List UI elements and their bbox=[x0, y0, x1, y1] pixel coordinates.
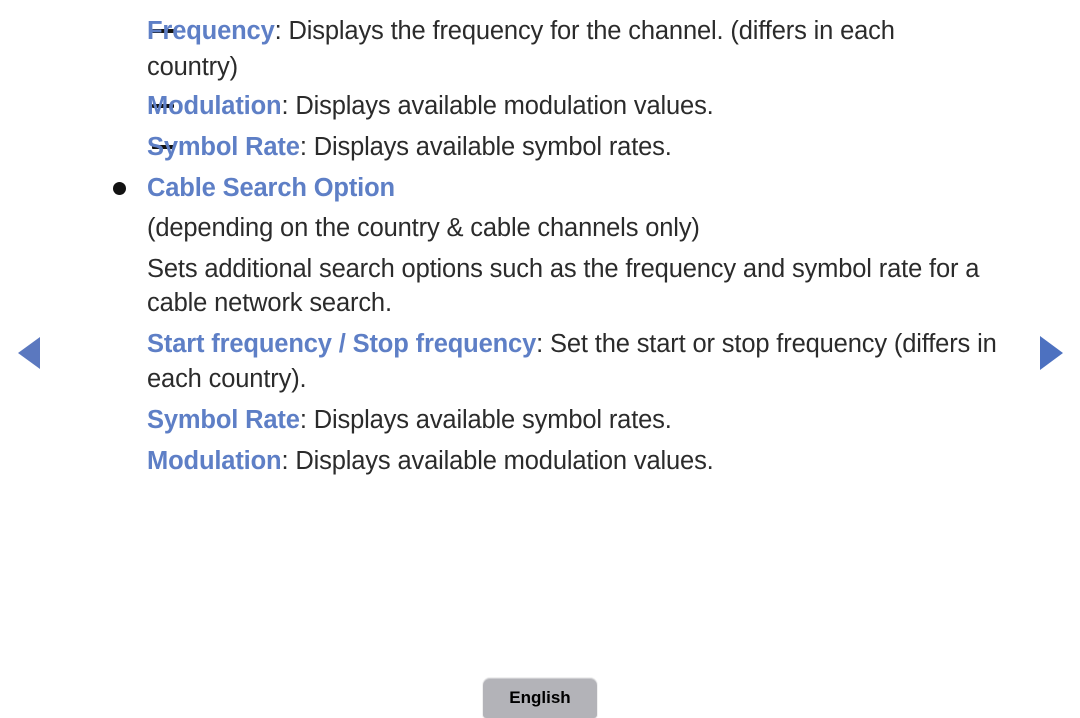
term-separator: : bbox=[299, 133, 314, 161]
term-description: Displays available symbol rates. bbox=[313, 133, 672, 161]
term-description: Set the start or stop frequency (differs… bbox=[550, 330, 997, 358]
term-description: Displays the frequency for the channel. … bbox=[288, 17, 895, 45]
term-frequency: Frequency bbox=[147, 17, 275, 45]
manual-content-area: Frequency: Displays the frequency for th… bbox=[0, 0, 1080, 500]
entry-modulation: Modulation: Displays available modulatio… bbox=[147, 446, 714, 476]
term-start-stop-frequency: Start frequency / Stop frequency bbox=[147, 330, 537, 358]
term-separator: : bbox=[274, 17, 289, 45]
list-bullet-marker bbox=[113, 182, 126, 195]
section-heading-label: Cable Search Option bbox=[147, 174, 395, 202]
term-separator: : bbox=[281, 92, 296, 120]
term-symbol-rate: Symbol Rate bbox=[147, 406, 300, 434]
list-item: Symbol Rate: Displays available symbol r… bbox=[147, 132, 672, 162]
term-description: Displays available modulation values. bbox=[295, 447, 714, 475]
triangle-left-icon[interactable] bbox=[18, 337, 40, 369]
term-description: Displays available modulation values. bbox=[295, 92, 714, 120]
section-paragraph-line2: cable network search. bbox=[147, 289, 392, 317]
term-modulation: Modulation bbox=[147, 92, 282, 120]
entry-start-stop-frequency: Start frequency / Stop frequency: Set th… bbox=[147, 329, 997, 359]
list-item: Modulation: Displays available modulatio… bbox=[147, 91, 714, 121]
entry-symbol-rate: Symbol Rate: Displays available symbol r… bbox=[147, 405, 672, 435]
section-paragraph-line1: Sets additional search options such as t… bbox=[147, 255, 980, 283]
term-separator: : bbox=[299, 406, 314, 434]
term-separator: : bbox=[281, 447, 296, 475]
language-button[interactable]: English bbox=[483, 678, 597, 718]
triangle-right-icon[interactable] bbox=[1040, 336, 1063, 370]
section-heading-cable-search-option: Cable Search Option bbox=[147, 173, 395, 203]
term-description: Displays available symbol rates. bbox=[313, 406, 672, 434]
list-item: Frequency: Displays the frequency for th… bbox=[147, 16, 895, 46]
entry-continuation: each country). bbox=[147, 365, 307, 393]
section-note: (depending on the country & cable channe… bbox=[147, 214, 700, 242]
list-item-continuation: country) bbox=[147, 53, 238, 81]
term-symbol-rate: Symbol Rate bbox=[147, 133, 300, 161]
term-modulation: Modulation bbox=[147, 447, 282, 475]
term-separator: : bbox=[536, 330, 550, 358]
